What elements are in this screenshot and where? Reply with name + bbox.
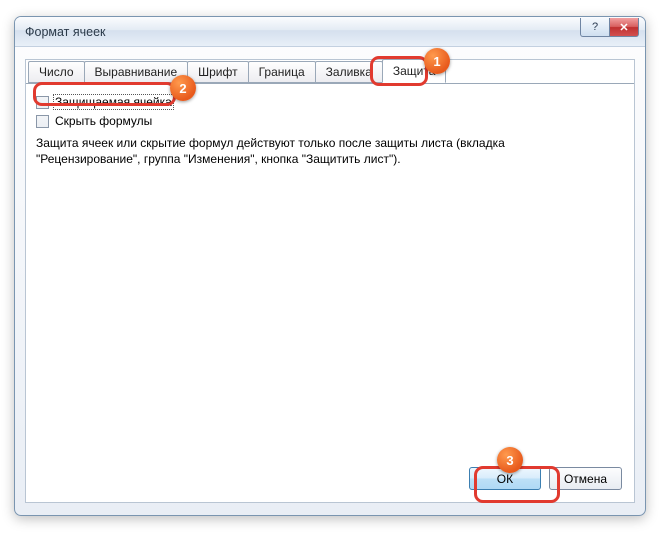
tab-number[interactable]: Число — [28, 61, 85, 83]
checkbox-hidden-box[interactable] — [36, 115, 49, 128]
protection-info-text: Защита ячеек или скрытие формул действую… — [36, 135, 606, 167]
cancel-button-label: Отмена — [564, 472, 607, 486]
tab-fill[interactable]: Заливка — [315, 61, 383, 83]
tab-alignment[interactable]: Выравнивание — [84, 61, 189, 83]
tab-label: Число — [39, 65, 74, 79]
tab-label: Шрифт — [198, 65, 237, 79]
cancel-button[interactable]: Отмена — [549, 467, 622, 490]
tab-protection[interactable]: Защита — [382, 59, 447, 83]
window-title: Формат ячеек — [25, 25, 106, 39]
tab-label: Граница — [259, 65, 305, 79]
tab-label: Заливка — [326, 65, 372, 79]
checkbox-row-hidden[interactable]: Скрыть формулы — [36, 113, 624, 129]
checkbox-hidden-label: Скрыть формулы — [53, 113, 154, 129]
help-icon: ? — [592, 21, 598, 33]
titlebar[interactable]: Формат ячеек ? ✕ — [15, 17, 645, 47]
tab-strip: Число Выравнивание Шрифт Граница Заливка… — [26, 59, 634, 83]
ok-button[interactable]: ОК — [469, 467, 541, 490]
close-icon: ✕ — [619, 21, 628, 34]
titlebar-buttons: ? ✕ — [580, 18, 639, 37]
tab-label: Выравнивание — [95, 65, 178, 79]
tab-label: Защита — [393, 64, 436, 78]
checkbox-locked-label: Защищаемая ячейка — [53, 94, 174, 110]
dialog-content: Число Выравнивание Шрифт Граница Заливка… — [25, 59, 635, 503]
ok-button-label: ОК — [497, 472, 513, 486]
tab-font[interactable]: Шрифт — [187, 61, 248, 83]
checkbox-locked-box[interactable] — [36, 96, 49, 109]
tab-border[interactable]: Граница — [248, 61, 316, 83]
dialog-buttons: ОК Отмена — [469, 467, 622, 490]
tab-pane-protection: Защищаемая ячейка Скрыть формулы Защита … — [26, 83, 634, 502]
close-button[interactable]: ✕ — [609, 18, 639, 37]
checkbox-row-locked[interactable]: Защищаемая ячейка — [36, 94, 624, 110]
help-button[interactable]: ? — [580, 18, 610, 37]
format-cells-dialog: Формат ячеек ? ✕ Число Выравнивание Шриф… — [14, 16, 646, 516]
